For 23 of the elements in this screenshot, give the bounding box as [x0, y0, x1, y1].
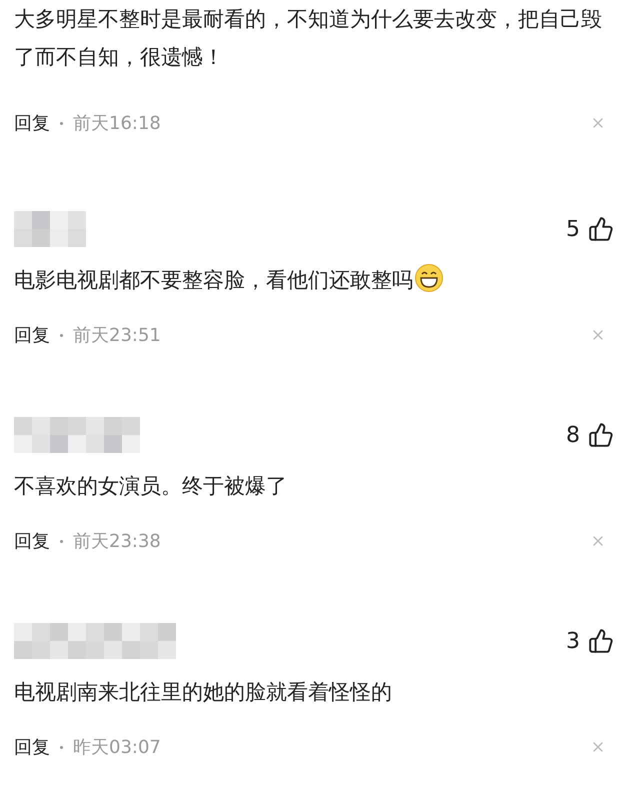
reply-button[interactable]: 回复 — [14, 110, 50, 136]
dot-separator-icon — [60, 540, 63, 542]
comment-time: 前天16:18 — [73, 112, 161, 136]
dot-separator-icon — [60, 122, 63, 124]
comment-time: 前天23:38 — [73, 530, 161, 554]
comment-text: 大多明星不整时是最耐看的，不知道为什么要去改变，把自己毁了而不自知，很遗憾！ — [14, 6, 603, 71]
reply-button[interactable]: 回复 — [14, 322, 50, 348]
comment-text: 电视剧南来北往里的她的脸就看着怪怪的 — [14, 679, 393, 706]
comment-time: 昨天03:07 — [73, 736, 161, 760]
thumbs-up-icon[interactable] — [588, 216, 614, 242]
comment-text: 电影电视剧都不要整容脸，看他们还敢整吗 — [14, 261, 626, 299]
thumbs-up-icon[interactable] — [588, 628, 614, 654]
comment-time: 前天23:51 — [73, 324, 161, 348]
like-count: 3 — [566, 628, 580, 656]
comment-text: 不喜欢的女演员。终于被爆了 — [14, 473, 288, 500]
reply-button[interactable]: 回复 — [14, 528, 50, 554]
like-count: 5 — [566, 216, 580, 244]
thumbs-up-icon[interactable] — [588, 422, 614, 448]
dot-separator-icon — [60, 334, 63, 336]
grinning-face-emoji-icon — [414, 263, 444, 293]
like-count: 8 — [566, 422, 580, 450]
dot-separator-icon — [60, 746, 63, 748]
reply-button[interactable]: 回复 — [14, 734, 50, 760]
